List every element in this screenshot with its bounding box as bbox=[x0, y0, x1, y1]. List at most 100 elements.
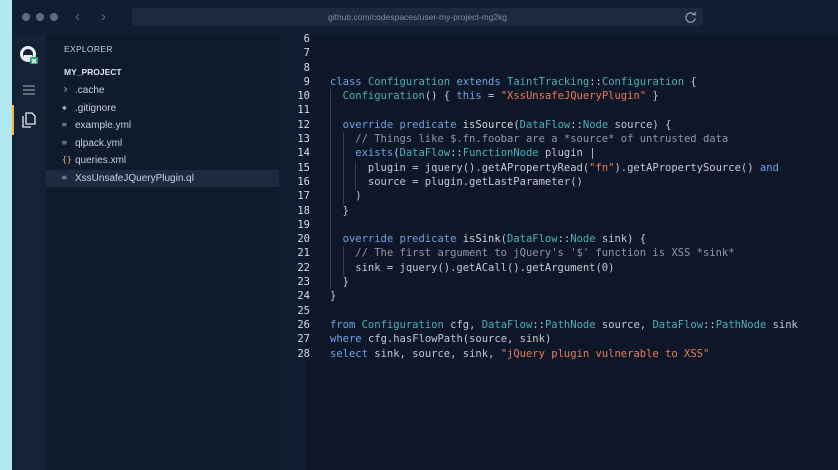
close-window-icon[interactable] bbox=[22, 13, 30, 21]
code-line: 8 bbox=[279, 61, 838, 75]
line-number: 14 bbox=[297, 147, 310, 160]
indent-guide bbox=[342, 246, 344, 261]
code-text: override predicate isSink(DataFlow::Node… bbox=[342, 233, 647, 246]
file-label: example.yml bbox=[75, 120, 132, 131]
line-number: 10 bbox=[297, 90, 310, 103]
line-number: 17 bbox=[297, 190, 310, 203]
indent-guide bbox=[330, 232, 331, 247]
line-number: 16 bbox=[297, 175, 310, 188]
code-line: 24} bbox=[279, 289, 838, 303]
reload-icon[interactable] bbox=[684, 11, 697, 24]
line-number: 12 bbox=[297, 118, 310, 131]
menu-icon[interactable] bbox=[20, 81, 38, 99]
code-line: 11 bbox=[279, 103, 838, 118]
file-item[interactable]: ≡ qlpack.yml bbox=[46, 135, 279, 152]
code-text: // The first argument to jQuery's '$' fu… bbox=[355, 247, 735, 260]
indent-guide bbox=[330, 174, 331, 190]
code-line: 9 class Configuration extends TaintTracki… bbox=[279, 75, 838, 89]
file-item[interactable]: {} queries.xml bbox=[46, 152, 279, 169]
code-text: } bbox=[330, 290, 337, 303]
explorer-sidebar: EXPLORER MY_PROJECT › .cache ◆ .gitignore ≡ e… bbox=[46, 35, 279, 470]
lines-icon: ≡ bbox=[62, 137, 67, 147]
code-text: Configuration() { this = "XssUnsafeJQuer… bbox=[342, 90, 659, 103]
code-text: select sink, source, sink, "jQuery plugi… bbox=[330, 347, 710, 360]
indent-guide bbox=[330, 117, 331, 133]
indent-guide bbox=[355, 174, 357, 190]
address-bar[interactable]: github.com/codespaces/user-my-project-mg… bbox=[132, 8, 703, 26]
indent-guide bbox=[330, 189, 331, 204]
file-item[interactable]: ≡ example.yml bbox=[46, 117, 279, 134]
code-line: 21 // The first argument to jQuery's '$' … bbox=[279, 246, 838, 261]
line-number: 25 bbox=[297, 304, 310, 317]
code-text: plugin = jquery().getAPropertyRead("fn")… bbox=[367, 161, 779, 174]
active-indicator bbox=[12, 105, 14, 135]
code-line: 13 // Things like $.fn.foobar are a *sour… bbox=[279, 132, 838, 147]
indent-guide bbox=[342, 146, 344, 161]
indent-guide bbox=[330, 246, 331, 261]
minimize-window-icon[interactable] bbox=[36, 13, 44, 21]
code-text: // Things like $.fn.foobar are a *source… bbox=[355, 133, 729, 146]
line-number: 27 bbox=[297, 333, 310, 346]
indent-guide bbox=[330, 146, 331, 161]
lines-icon: ≡ bbox=[62, 120, 67, 129]
code-text: } bbox=[342, 204, 349, 217]
indent-guide bbox=[330, 160, 331, 175]
line-number: 23 bbox=[297, 276, 310, 289]
indent-guide bbox=[330, 217, 331, 233]
code-line: 28 select sink, source, sink, "jQuery plu… bbox=[279, 347, 838, 361]
code-line: 6 bbox=[279, 32, 838, 46]
line-number: 11 bbox=[297, 104, 310, 117]
line-number: 15 bbox=[297, 161, 310, 174]
browser-window: ‹ › github.com/codespaces/user-my-projec… bbox=[12, 0, 838, 470]
project-folder[interactable]: MY_PROJECT bbox=[64, 67, 122, 77]
explorer-title: EXPLORER bbox=[64, 44, 113, 54]
indent-guide bbox=[330, 132, 331, 147]
line-number: 9 bbox=[303, 75, 310, 88]
code-line: 15 plugin = jquery().getAPropertyRead("fn… bbox=[279, 160, 838, 175]
code-line: 18} bbox=[279, 203, 838, 218]
file-label: .cache bbox=[75, 85, 105, 96]
code-editor[interactable]: 6 7 8 9 class Configuration extends TaintTra… bbox=[279, 32, 838, 470]
code-lines: 6 7 8 9 class Configuration extends TaintTra… bbox=[279, 32, 838, 361]
github-copilot-icon[interactable] bbox=[19, 45, 39, 65]
code-line: 12 override predicate isSource(DataFlow::… bbox=[279, 117, 838, 133]
line-number: 13 bbox=[297, 133, 310, 146]
line-number: 8 bbox=[303, 61, 310, 74]
code-line: 10 Configuration() { this = "XssUnsafeJQu… bbox=[279, 89, 838, 104]
line-number: 20 bbox=[297, 233, 310, 246]
forward-icon[interactable]: › bbox=[101, 9, 106, 25]
code-line: 7 bbox=[279, 46, 838, 60]
files-icon[interactable] bbox=[20, 111, 38, 129]
indent-guide bbox=[342, 260, 344, 276]
code-line: 20 override predicate isSink(DataFlow::No… bbox=[279, 232, 838, 247]
indent-guide bbox=[330, 103, 331, 118]
browser-titlebar: ‹ › github.com/codespaces/user-my-projec… bbox=[12, 0, 838, 35]
indent-guide bbox=[330, 260, 331, 276]
chevron-right-icon: › bbox=[62, 82, 70, 96]
code-line: 26 from Configuration cfg, DataFlow::Path… bbox=[279, 318, 838, 332]
file-label: qlpack.yml bbox=[75, 137, 123, 149]
file-item[interactable]: ◆ .gitignore bbox=[46, 100, 279, 117]
indent-guide bbox=[342, 189, 344, 204]
code-line: 17) bbox=[279, 189, 838, 204]
line-number: 22 bbox=[297, 261, 310, 274]
indent-guide bbox=[330, 275, 331, 290]
file-item[interactable]: › .cache bbox=[46, 82, 279, 99]
file-item[interactable]: ≡ XssUnsafeJQueryPlugin.ql bbox=[46, 169, 279, 187]
code-line: 27 where cfg.hasFlowPath(source, sink) bbox=[279, 332, 838, 346]
indent-guide bbox=[342, 160, 344, 175]
file-label: XssUnsafeJQueryPlugin.ql bbox=[75, 172, 194, 184]
code-text: from Configuration cfg, DataFlow::PathNo… bbox=[330, 318, 798, 331]
line-number: 7 bbox=[303, 47, 310, 60]
indent-guide bbox=[330, 203, 331, 218]
indent-guide bbox=[355, 160, 357, 175]
code-line: 25 bbox=[279, 304, 838, 318]
back-icon[interactable]: ‹ bbox=[75, 9, 80, 25]
code-line: 16 source = plugin.getLastParameter() bbox=[279, 174, 838, 190]
activity-bar bbox=[12, 35, 46, 470]
line-number: 21 bbox=[297, 247, 310, 260]
code-text: ) bbox=[355, 190, 362, 203]
maximize-window-icon[interactable] bbox=[50, 13, 58, 21]
line-number: 28 bbox=[297, 347, 310, 360]
gear-icon: ◆ bbox=[62, 102, 67, 112]
